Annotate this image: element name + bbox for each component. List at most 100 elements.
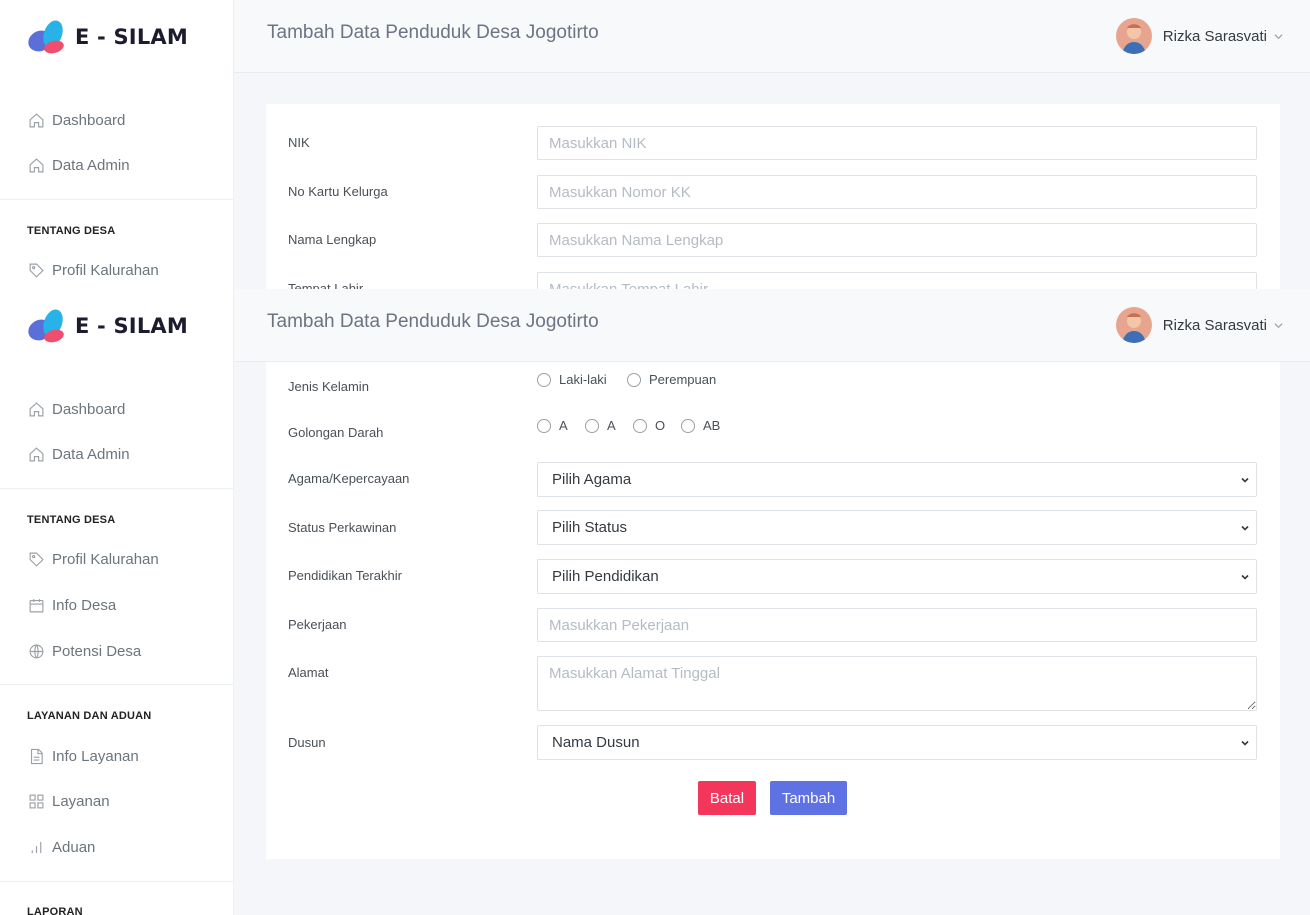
logo[interactable]: E - SILAM (27, 307, 188, 345)
chevron-down-icon (1241, 740, 1249, 746)
sidebar-item-label: Profil Kalurahan (52, 550, 159, 568)
tag-icon (27, 550, 45, 568)
radio-label: Laki-laki (559, 372, 607, 387)
section-title-tentang-desa: TENTANG DESA (27, 225, 116, 237)
screen-bottom: E - SILAM Dashboard Data Admin TENTANG D… (0, 289, 1310, 915)
label-pendidikan: Pendidikan Terakhir (288, 568, 402, 583)
sidebar-item-label: Info Layanan (52, 747, 139, 765)
radio-circle (537, 418, 551, 433)
sidebar-item-dashboard[interactable]: Dashboard (27, 111, 125, 129)
user-menu[interactable]: Rizka Sarasvati (1115, 18, 1284, 54)
user-name: Rizka Sarasvati (1162, 27, 1267, 45)
radio-perempuan[interactable]: Perempuan (627, 372, 716, 387)
sidebar-divider (0, 488, 233, 489)
label-tempat-lahir: Tempat Lahir (288, 281, 364, 289)
page-title: Tambah Data Penduduk Desa Jogotirto (267, 311, 599, 332)
sidebar-item-profil-kalurahan[interactable]: Profil Kalurahan (27, 550, 159, 568)
tempat-lahir-input[interactable] (537, 272, 1257, 289)
nama-input[interactable] (537, 223, 1257, 257)
user-menu[interactable]: Rizka Sarasvati (1115, 307, 1284, 343)
sidebar-item-label: Layanan (52, 792, 110, 810)
chevron-down-icon (1241, 477, 1249, 483)
logo-text: E - SILAM (75, 25, 188, 49)
dusun-select[interactable]: Nama Dusun (537, 725, 1257, 760)
sidebar-item-potensi-desa[interactable]: Potensi Desa (27, 642, 141, 660)
calendar-icon (27, 596, 45, 614)
radio-label: O (655, 418, 666, 433)
page-title: Tambah Data Penduduk Desa Jogotirto (267, 22, 599, 43)
kk-input[interactable] (537, 175, 1257, 209)
submit-button[interactable]: Tambah (770, 781, 847, 815)
radio-gol-a-2[interactable]: A (585, 418, 616, 433)
pekerjaan-input[interactable] (537, 608, 1257, 642)
cancel-button[interactable]: Batal (698, 781, 756, 815)
label-jenis-kelamin: Jenis Kelamin (288, 379, 369, 394)
radio-circle (585, 418, 599, 433)
section-title-tentang-desa: TENTANG DESA (27, 514, 116, 526)
radio-label: A (559, 418, 568, 433)
sidebar-item-profil-kalurahan[interactable]: Profil Kalurahan (27, 261, 159, 279)
globe-icon (27, 642, 45, 660)
agama-select[interactable]: Pilih Agama (537, 462, 1257, 497)
radio-circle (537, 372, 551, 387)
label-pekerjaan: Pekerjaan (288, 617, 347, 632)
chevron-down-icon (1241, 574, 1249, 580)
sidebar-divider (0, 881, 233, 882)
sidebar-item-layanan[interactable]: Layanan (27, 792, 110, 810)
pendidikan-select[interactable]: Pilih Pendidikan (537, 559, 1257, 594)
avatar (1115, 307, 1152, 343)
alamat-textarea[interactable] (537, 656, 1257, 711)
sidebar-item-label: Info Desa (52, 596, 117, 614)
sidebar-item-label: Aduan (52, 838, 96, 856)
nik-input[interactable] (537, 126, 1257, 160)
label-nik: NIK (288, 135, 310, 150)
screen-top: E - SILAM Dashboard Data Admin TENTANG D… (0, 0, 1310, 289)
radio-label: AB (703, 418, 721, 433)
label-kk: No Kartu Kelurga (288, 184, 388, 199)
radio-gol-o[interactable]: O (633, 418, 665, 433)
sidebar-item-dashboard[interactable]: Dashboard (27, 400, 125, 418)
home-icon (27, 445, 45, 463)
sidebar-item-aduan[interactable]: Aduan (27, 838, 95, 856)
select-value: Nama Dusun (552, 734, 640, 751)
sidebar-item-label: Dashboard (52, 400, 126, 418)
sidebar-item-label: Potensi Desa (52, 642, 142, 660)
section-title-layanan-dan-aduan: LAYANAN DAN ADUAN (27, 710, 152, 722)
bar-chart-icon (27, 838, 45, 856)
butterfly-logo-icon (28, 20, 64, 54)
select-value: Pilih Status (552, 519, 628, 536)
sidebar-item-info-desa[interactable]: Info Desa (27, 596, 116, 614)
logo-text: E - SILAM (75, 314, 188, 338)
label-dusun: Dusun (288, 735, 326, 750)
radio-gol-a[interactable]: A (537, 418, 568, 433)
label-alamat: Alamat (288, 665, 329, 680)
radio-laki-laki[interactable]: Laki-laki (537, 372, 607, 387)
radio-label: Perempuan (649, 372, 717, 387)
home-icon (27, 156, 45, 174)
logo[interactable]: E - SILAM (27, 18, 188, 56)
sidebar-divider (0, 199, 233, 200)
butterfly-logo-icon (28, 309, 64, 343)
label-nama: Nama Lengkap (288, 232, 377, 247)
file-icon (27, 747, 45, 765)
label-agama: Agama/Kepercayaan (288, 471, 410, 486)
topbar: Tambah Data Penduduk Desa Jogotirto Rizk… (234, 289, 1310, 362)
radio-circle (627, 372, 641, 387)
user-name: Rizka Sarasvati (1162, 316, 1267, 334)
tag-icon (27, 261, 45, 279)
label-golongan-darah: Golongan Darah (288, 425, 384, 440)
sidebar-item-label: Dashboard (52, 111, 126, 129)
sidebar-item-label: Data Admin (52, 156, 130, 174)
status-select[interactable]: Pilih Status (537, 510, 1257, 545)
grid-icon (27, 792, 45, 810)
sidebar-item-info-layanan[interactable]: Info Layanan (27, 747, 139, 765)
sidebar: E - SILAM Dashboard Data Admin TENTANG D… (0, 0, 234, 289)
section-title-laporan: LAPORAN (27, 906, 83, 915)
home-icon (27, 111, 45, 129)
radio-gol-ab[interactable]: AB (681, 418, 720, 433)
chevron-down-icon (1241, 525, 1249, 531)
sidebar-item-data-admin[interactable]: Data Admin (27, 156, 130, 174)
topbar: Tambah Data Penduduk Desa Jogotirto Rizk… (234, 0, 1310, 73)
avatar (1115, 18, 1152, 54)
sidebar-item-data-admin[interactable]: Data Admin (27, 445, 130, 463)
